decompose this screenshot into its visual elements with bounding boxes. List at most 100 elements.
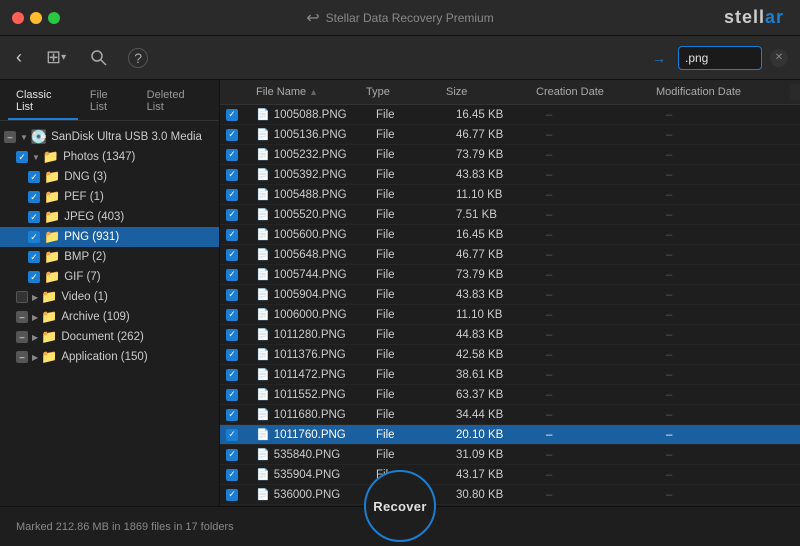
col-size[interactable]: Size bbox=[440, 84, 530, 100]
col-type[interactable]: Type bbox=[360, 84, 440, 100]
table-row[interactable]: ✓📄1011552.PNGFile63.37 KB–– bbox=[220, 385, 800, 405]
sidebar-item-archive[interactable]: –▶📁Archive (109) bbox=[0, 307, 219, 327]
expand-icon-photos[interactable]: ▼ bbox=[32, 153, 40, 162]
checkbox-document[interactable]: – bbox=[16, 331, 28, 343]
help-button[interactable]: ? bbox=[128, 48, 148, 68]
sidebar-item-document[interactable]: –▶📁Document (262) bbox=[0, 327, 219, 347]
table-row[interactable]: ✓📄1005744.PNGFile73.79 KB–– bbox=[220, 265, 800, 285]
row-checkbox[interactable]: ✓ bbox=[220, 127, 250, 142]
row-checkbox[interactable]: ✓ bbox=[220, 467, 250, 482]
row-checkbox[interactable]: ✓ bbox=[220, 187, 250, 202]
minimize-button[interactable] bbox=[30, 12, 42, 24]
row-checkbox[interactable]: ✓ bbox=[220, 247, 250, 262]
table-row[interactable]: ✓📄1005488.PNGFile11.10 KB–– bbox=[220, 185, 800, 205]
search-input[interactable] bbox=[685, 51, 755, 65]
expand-icon-archive[interactable]: ▶ bbox=[32, 313, 38, 322]
expand-icon-document[interactable]: ▶ bbox=[32, 333, 38, 342]
row-checkbox[interactable]: ✓ bbox=[220, 327, 250, 342]
table-row[interactable]: ✓📄1005648.PNGFile46.77 KB–– bbox=[220, 245, 800, 265]
file-icon: 📄 bbox=[256, 328, 270, 341]
checkbox-png[interactable]: ✓ bbox=[28, 231, 40, 243]
checkbox-video[interactable] bbox=[16, 291, 28, 303]
row-checkbox[interactable]: ✓ bbox=[220, 487, 250, 502]
table-row[interactable]: ✓📄1011376.PNGFile42.58 KB–– bbox=[220, 345, 800, 365]
table-row[interactable]: ✓📄1006000.PNGFile11.10 KB–– bbox=[220, 305, 800, 325]
sidebar-item-jpeg[interactable]: ✓📁JPEG (403) bbox=[0, 207, 219, 227]
checkbox-archive[interactable]: – bbox=[16, 311, 28, 323]
checkbox-sanDisk[interactable]: – bbox=[4, 131, 16, 143]
table-row[interactable]: ✓📄1005232.PNGFile73.79 KB–– bbox=[220, 145, 800, 165]
sidebar-item-pef[interactable]: ✓📁PEF (1) bbox=[0, 187, 219, 207]
search-icon-button[interactable] bbox=[86, 45, 112, 71]
row-checkbox[interactable]: ✓ bbox=[220, 427, 250, 442]
titlebar: ↩ Stellar Data Recovery Premium stellar bbox=[0, 0, 800, 36]
tab-file-list[interactable]: File List bbox=[82, 86, 135, 120]
table-row[interactable]: ✓📄1005904.PNGFile43.83 KB–– bbox=[220, 285, 800, 305]
sidebar-item-dng[interactable]: ✓📁DNG (3) bbox=[0, 167, 219, 187]
row-filename: 📄1005392.PNG bbox=[250, 167, 370, 182]
checkbox-dng[interactable]: ✓ bbox=[28, 171, 40, 183]
table-row[interactable]: ✓📄1011472.PNGFile38.61 KB–– bbox=[220, 365, 800, 385]
table-row[interactable]: ✓📄1005088.PNGFile16.45 KB–– bbox=[220, 105, 800, 125]
search-clear-button[interactable]: ✕ bbox=[770, 49, 788, 67]
maximize-button[interactable] bbox=[48, 12, 60, 24]
tab-classic-list[interactable]: Classic List bbox=[8, 86, 78, 120]
table-row[interactable]: ✓📄1005136.PNGFile46.77 KB–– bbox=[220, 125, 800, 145]
close-button[interactable] bbox=[12, 12, 24, 24]
row-checkbox[interactable]: ✓ bbox=[220, 307, 250, 322]
checkbox-gif[interactable]: ✓ bbox=[28, 271, 40, 283]
table-row[interactable]: ✓📄1011680.PNGFile34.44 KB–– bbox=[220, 405, 800, 425]
row-checkbox[interactable]: ✓ bbox=[220, 107, 250, 122]
col-modification[interactable]: Modification Date bbox=[650, 84, 790, 100]
expand-icon-video[interactable]: ▶ bbox=[32, 293, 38, 302]
back-navigation-button[interactable]: ‹ bbox=[12, 43, 26, 72]
file-list: File Name ▲ Type Size Creation Date Modi… bbox=[220, 80, 800, 506]
tree-label-archive: Archive (109) bbox=[61, 311, 129, 323]
tree-label-bmp: BMP (2) bbox=[64, 251, 106, 263]
col-filename[interactable]: File Name ▲ bbox=[250, 84, 360, 100]
sidebar-item-gif[interactable]: ✓📁GIF (7) bbox=[0, 267, 219, 287]
sidebar-item-png[interactable]: ✓📁PNG (931) bbox=[0, 227, 219, 247]
checkbox-application[interactable]: – bbox=[16, 351, 28, 363]
row-checkbox[interactable]: ✓ bbox=[220, 447, 250, 462]
row-checkbox[interactable]: ✓ bbox=[220, 387, 250, 402]
row-checkbox[interactable]: ✓ bbox=[220, 147, 250, 162]
row-checkbox[interactable]: ✓ bbox=[220, 287, 250, 302]
sidebar-item-sanDisk[interactable]: –▼💽SanDisk Ultra USB 3.0 Media bbox=[0, 127, 219, 147]
table-row[interactable]: ✓📄1005520.PNGFile7.51 KB–– bbox=[220, 205, 800, 225]
row-type: File bbox=[370, 288, 450, 302]
row-checkbox[interactable]: ✓ bbox=[220, 167, 250, 182]
table-row[interactable]: ✓📄1011280.PNGFile44.83 KB–– bbox=[220, 325, 800, 345]
row-checkbox[interactable]: ✓ bbox=[220, 207, 250, 222]
sidebar-item-photos[interactable]: ✓▼📁Photos (1347) bbox=[0, 147, 219, 167]
row-checkbox[interactable]: ✓ bbox=[220, 347, 250, 362]
back-icon[interactable]: ↩ bbox=[306, 8, 319, 28]
table-row[interactable]: ✓📄1005600.PNGFile16.45 KB–– bbox=[220, 225, 800, 245]
checkbox-jpeg[interactable]: ✓ bbox=[28, 211, 40, 223]
stellar-logo: stellar bbox=[724, 7, 784, 28]
row-checkbox[interactable]: ✓ bbox=[220, 227, 250, 242]
sidebar-item-application[interactable]: –▶📁Application (150) bbox=[0, 347, 219, 367]
checkbox-photos[interactable]: ✓ bbox=[16, 151, 28, 163]
recover-button[interactable]: Recover bbox=[364, 470, 436, 542]
expand-icon-application[interactable]: ▶ bbox=[32, 353, 38, 362]
col-creation[interactable]: Creation Date bbox=[530, 84, 650, 100]
checkbox-pef[interactable]: ✓ bbox=[28, 191, 40, 203]
tab-deleted-list[interactable]: Deleted List bbox=[139, 86, 211, 120]
expand-icon-sanDisk[interactable]: ▼ bbox=[20, 133, 28, 142]
search-forward-button[interactable]: → bbox=[648, 46, 670, 70]
table-row[interactable]: ✓📄1011760.PNGFile20.10 KB–– bbox=[220, 425, 800, 445]
view-toggle-button[interactable]: ⊞ ▾ bbox=[42, 43, 70, 72]
sidebar-item-bmp[interactable]: ✓📁BMP (2) bbox=[0, 247, 219, 267]
row-creation: – bbox=[540, 288, 660, 302]
table-row[interactable]: ✓📄535840.PNGFile31.09 KB–– bbox=[220, 445, 800, 465]
checkbox-bmp[interactable]: ✓ bbox=[28, 251, 40, 263]
table-row[interactable]: ✓📄536000.PNGFile30.80 KB–– bbox=[220, 485, 800, 505]
row-checkbox[interactable]: ✓ bbox=[220, 407, 250, 422]
row-size: 46.77 KB bbox=[450, 128, 540, 142]
row-checkbox[interactable]: ✓ bbox=[220, 367, 250, 382]
sidebar-item-video[interactable]: ▶📁Video (1) bbox=[0, 287, 219, 307]
table-row[interactable]: ✓📄535904.PNGFile43.17 KB–– bbox=[220, 465, 800, 485]
row-checkbox[interactable]: ✓ bbox=[220, 267, 250, 282]
table-row[interactable]: ✓📄1005392.PNGFile43.83 KB–– bbox=[220, 165, 800, 185]
